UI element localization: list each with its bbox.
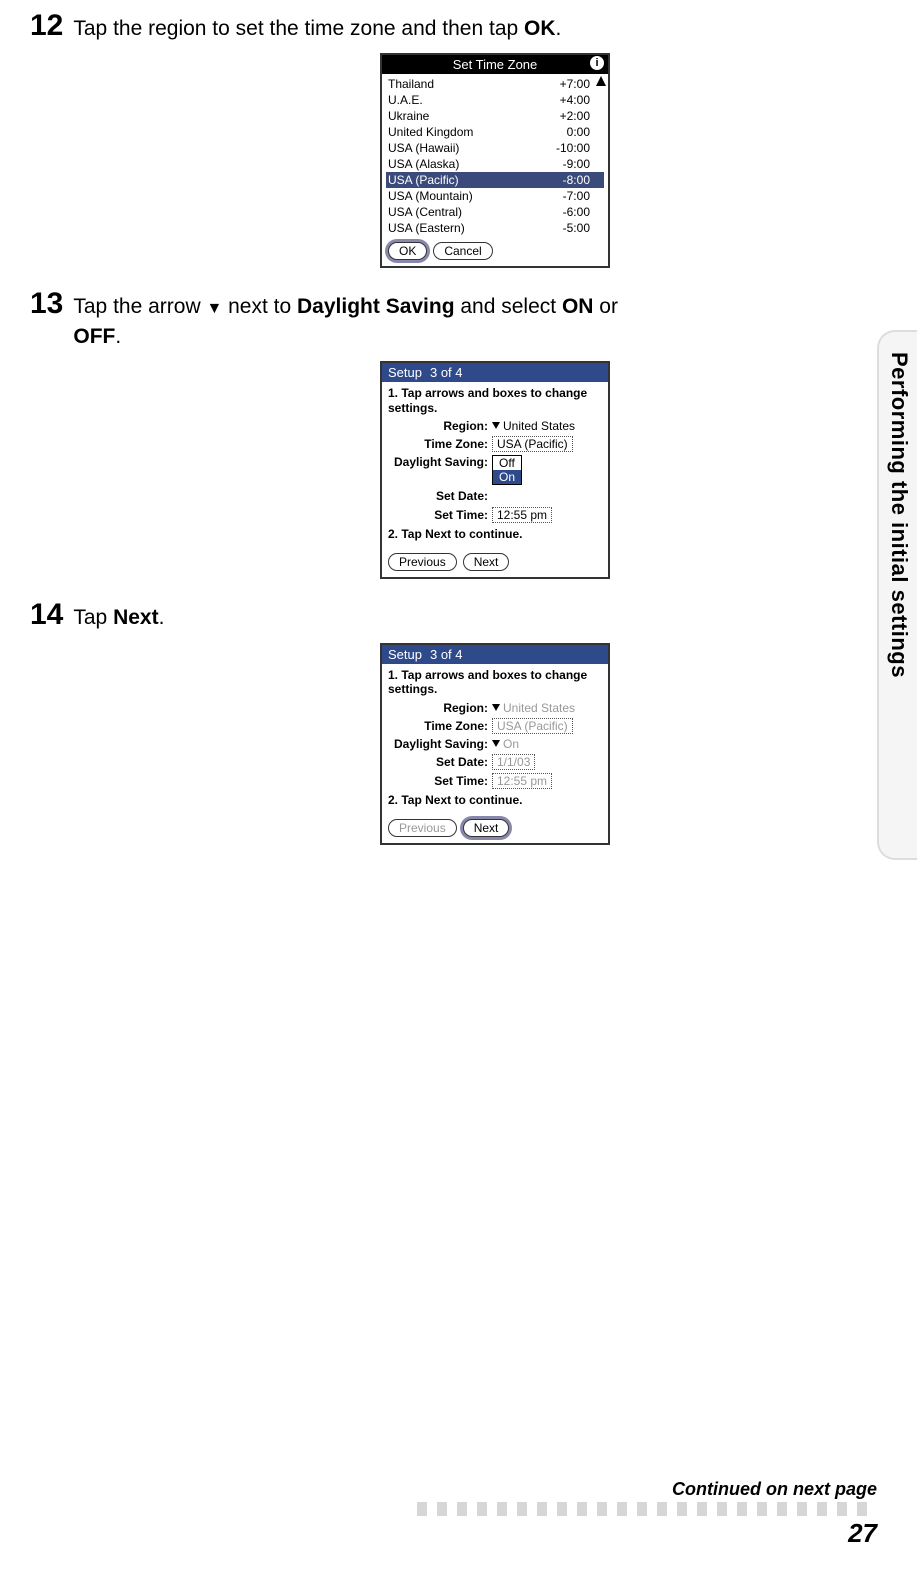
step-number: 12 bbox=[30, 11, 63, 41]
dialog-title-bar: Set Time Zone i bbox=[382, 55, 608, 74]
dropdown-arrow-icon[interactable] bbox=[492, 704, 500, 711]
list-item[interactable]: USA (Central)-6:00 bbox=[386, 204, 604, 220]
list-item[interactable]: Ukraine+2:00 bbox=[386, 108, 604, 124]
step-text: Tap the region to set the time zone and … bbox=[73, 10, 561, 43]
next-button[interactable]: Next bbox=[463, 553, 510, 571]
step-text: Tap the arrow ▼ next to Daylight Saving … bbox=[73, 288, 618, 351]
region-label: Region: bbox=[388, 701, 488, 715]
timezone-label: Time Zone: bbox=[388, 437, 488, 451]
step-14: 14 Tap Next. Setup 3 of 4 1. Tap arrows … bbox=[30, 599, 877, 845]
dialog-title: Set Time Zone bbox=[453, 57, 538, 72]
daylight-saving-value[interactable]: On bbox=[503, 737, 519, 751]
step-13: 13 Tap the arrow ▼ next to Daylight Savi… bbox=[30, 288, 877, 579]
instruction-2: 2. Tap Next to continue. bbox=[388, 793, 602, 807]
timezone-dialog: Set Time Zone i Thailand+7:00 U.A.E.+4:0… bbox=[380, 53, 610, 268]
list-item[interactable]: USA (Alaska)-9:00 bbox=[386, 156, 604, 172]
instruction-1: 1. Tap arrows and boxes to change settin… bbox=[388, 668, 602, 697]
side-tab-label: Performing the initial settings bbox=[886, 352, 912, 678]
region-value[interactable]: United States bbox=[503, 701, 575, 715]
set-time-label: Set Time: bbox=[388, 508, 488, 522]
instruction-1: 1. Tap arrows and boxes to change settin… bbox=[388, 386, 602, 415]
dialog-title: Setup bbox=[388, 647, 422, 662]
list-item[interactable]: USA (Eastern)-5:00 bbox=[386, 220, 604, 236]
side-tab: Performing the initial settings bbox=[877, 330, 917, 860]
region-value[interactable]: United States bbox=[503, 419, 575, 433]
page-number: 27 bbox=[40, 1518, 877, 1549]
set-time-value[interactable]: 12:55 pm bbox=[492, 507, 552, 523]
daylight-saving-label: Daylight Saving: bbox=[388, 737, 488, 751]
page-footer: Continued on next page 27 bbox=[40, 1479, 877, 1549]
next-button[interactable]: Next bbox=[463, 819, 510, 837]
list-item[interactable]: Thailand+7:00 bbox=[386, 76, 604, 92]
daylight-saving-label: Daylight Saving: bbox=[388, 455, 488, 469]
list-item[interactable]: U.A.E.+4:00 bbox=[386, 92, 604, 108]
cancel-button[interactable]: Cancel bbox=[433, 242, 492, 260]
previous-button[interactable]: Previous bbox=[388, 819, 457, 837]
list-item[interactable]: United Kingdom0:00 bbox=[386, 124, 604, 140]
list-item[interactable]: USA (Hawaii)-10:00 bbox=[386, 140, 604, 156]
dialog-title-bar: Setup 3 of 4 bbox=[382, 363, 608, 382]
timezone-value[interactable]: USA (Pacific) bbox=[492, 436, 573, 452]
dialog-title-bar: Setup 3 of 4 bbox=[382, 645, 608, 664]
ok-button[interactable]: OK bbox=[388, 242, 427, 260]
footer-decoration bbox=[417, 1502, 877, 1516]
info-icon[interactable]: i bbox=[590, 56, 604, 70]
step-12: 12 Tap the region to set the time zone a… bbox=[30, 10, 877, 268]
setup-dialog-ds-popup: Setup 3 of 4 1. Tap arrows and boxes to … bbox=[380, 361, 610, 579]
timezone-label: Time Zone: bbox=[388, 719, 488, 733]
previous-button[interactable]: Previous bbox=[388, 553, 457, 571]
continued-text: Continued on next page bbox=[40, 1479, 877, 1500]
timezone-list[interactable]: Thailand+7:00 U.A.E.+4:00 Ukraine+2:00 U… bbox=[382, 74, 608, 236]
set-time-value[interactable]: 12:55 pm bbox=[492, 773, 552, 789]
ds-option-on[interactable]: On bbox=[493, 470, 521, 484]
step-number: 13 bbox=[30, 289, 63, 319]
list-item[interactable]: USA (Mountain)-7:00 bbox=[386, 188, 604, 204]
list-item-selected[interactable]: USA (Pacific)-8:00 bbox=[386, 172, 604, 188]
dropdown-arrow-icon[interactable] bbox=[492, 422, 500, 429]
dialog-subtitle: 3 of 4 bbox=[430, 647, 463, 662]
dialog-subtitle: 3 of 4 bbox=[430, 365, 463, 380]
set-date-label: Set Date: bbox=[388, 489, 488, 503]
timezone-value[interactable]: USA (Pacific) bbox=[492, 718, 573, 734]
setup-dialog-next: Setup 3 of 4 1. Tap arrows and boxes to … bbox=[380, 643, 610, 845]
ds-option-off[interactable]: Off bbox=[493, 456, 521, 470]
set-date-label: Set Date: bbox=[388, 755, 488, 769]
instruction-2: 2. Tap Next to continue. bbox=[388, 527, 602, 541]
set-time-label: Set Time: bbox=[388, 774, 488, 788]
scrollbar[interactable] bbox=[596, 76, 606, 234]
dropdown-arrow-icon[interactable] bbox=[492, 740, 500, 747]
set-date-value[interactable]: 1/1/03 bbox=[492, 754, 535, 770]
daylight-saving-popup[interactable]: Off On bbox=[492, 455, 522, 485]
dialog-title: Setup bbox=[388, 365, 422, 380]
scroll-up-arrow-icon[interactable] bbox=[596, 76, 606, 86]
step-text: Tap Next. bbox=[73, 599, 164, 632]
region-label: Region: bbox=[388, 419, 488, 433]
step-number: 14 bbox=[30, 600, 63, 630]
